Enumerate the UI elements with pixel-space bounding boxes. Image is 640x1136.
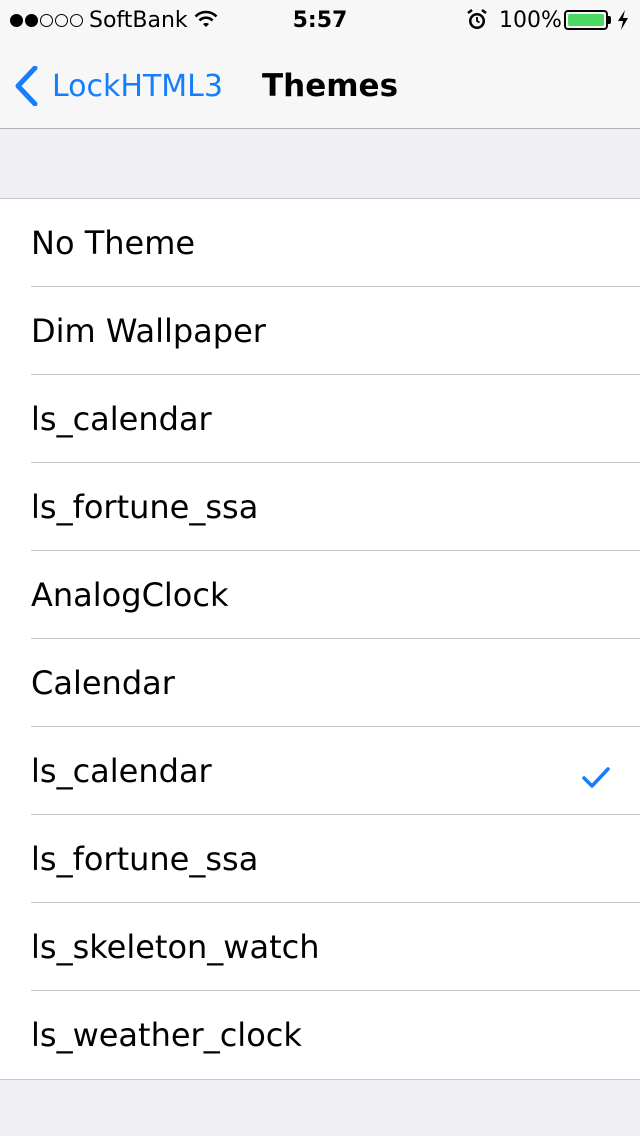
theme-label: AnalogClock: [31, 576, 229, 614]
theme-row[interactable]: AnalogClock: [0, 551, 640, 639]
theme-row[interactable]: No Theme: [0, 199, 640, 287]
navigation-bar: LockHTML3 Themes: [0, 40, 640, 129]
page-title: Themes: [262, 68, 399, 104]
theme-label: Dim Wallpaper: [31, 312, 266, 350]
theme-label: ls_fortune_ssa: [31, 840, 259, 878]
battery-level: [568, 14, 604, 26]
theme-row[interactable]: ls_calendar: [0, 727, 640, 815]
theme-label: ls_weather_clock: [31, 1016, 302, 1054]
checkmark-icon: [582, 759, 610, 797]
theme-label: Calendar: [31, 664, 175, 702]
theme-label: ls_skeleton_watch: [31, 928, 320, 966]
themes-list: No Theme Dim Wallpaper ls_calendar ls_fortu…: [0, 198, 640, 1080]
back-button[interactable]: LockHTML3: [14, 66, 223, 106]
status-bar: SoftBank 5:57 100%: [0, 0, 640, 40]
theme-row[interactable]: Dim Wallpaper: [0, 287, 640, 375]
theme-label: No Theme: [31, 224, 196, 262]
battery-percentage: 100%: [499, 8, 562, 33]
theme-row[interactable]: ls_skeleton_watch: [0, 903, 640, 991]
theme-row[interactable]: ls_weather_clock: [0, 991, 640, 1079]
theme-row[interactable]: Calendar: [0, 639, 640, 727]
theme-label: ls_fortune_ssa: [31, 488, 259, 526]
chevron-left-icon: [15, 66, 38, 106]
back-button-label: LockHTML3: [52, 68, 223, 104]
alarm-icon: [465, 8, 489, 38]
theme-label: ls_calendar: [31, 752, 212, 790]
charging-bolt-icon: [617, 10, 629, 36]
theme-label: ls_calendar: [31, 400, 212, 438]
battery-tip: [608, 16, 611, 24]
theme-row[interactable]: ls_fortune_ssa: [0, 815, 640, 903]
theme-row[interactable]: ls_fortune_ssa: [0, 463, 640, 551]
theme-row[interactable]: ls_calendar: [0, 375, 640, 463]
battery-icon: [564, 10, 608, 30]
